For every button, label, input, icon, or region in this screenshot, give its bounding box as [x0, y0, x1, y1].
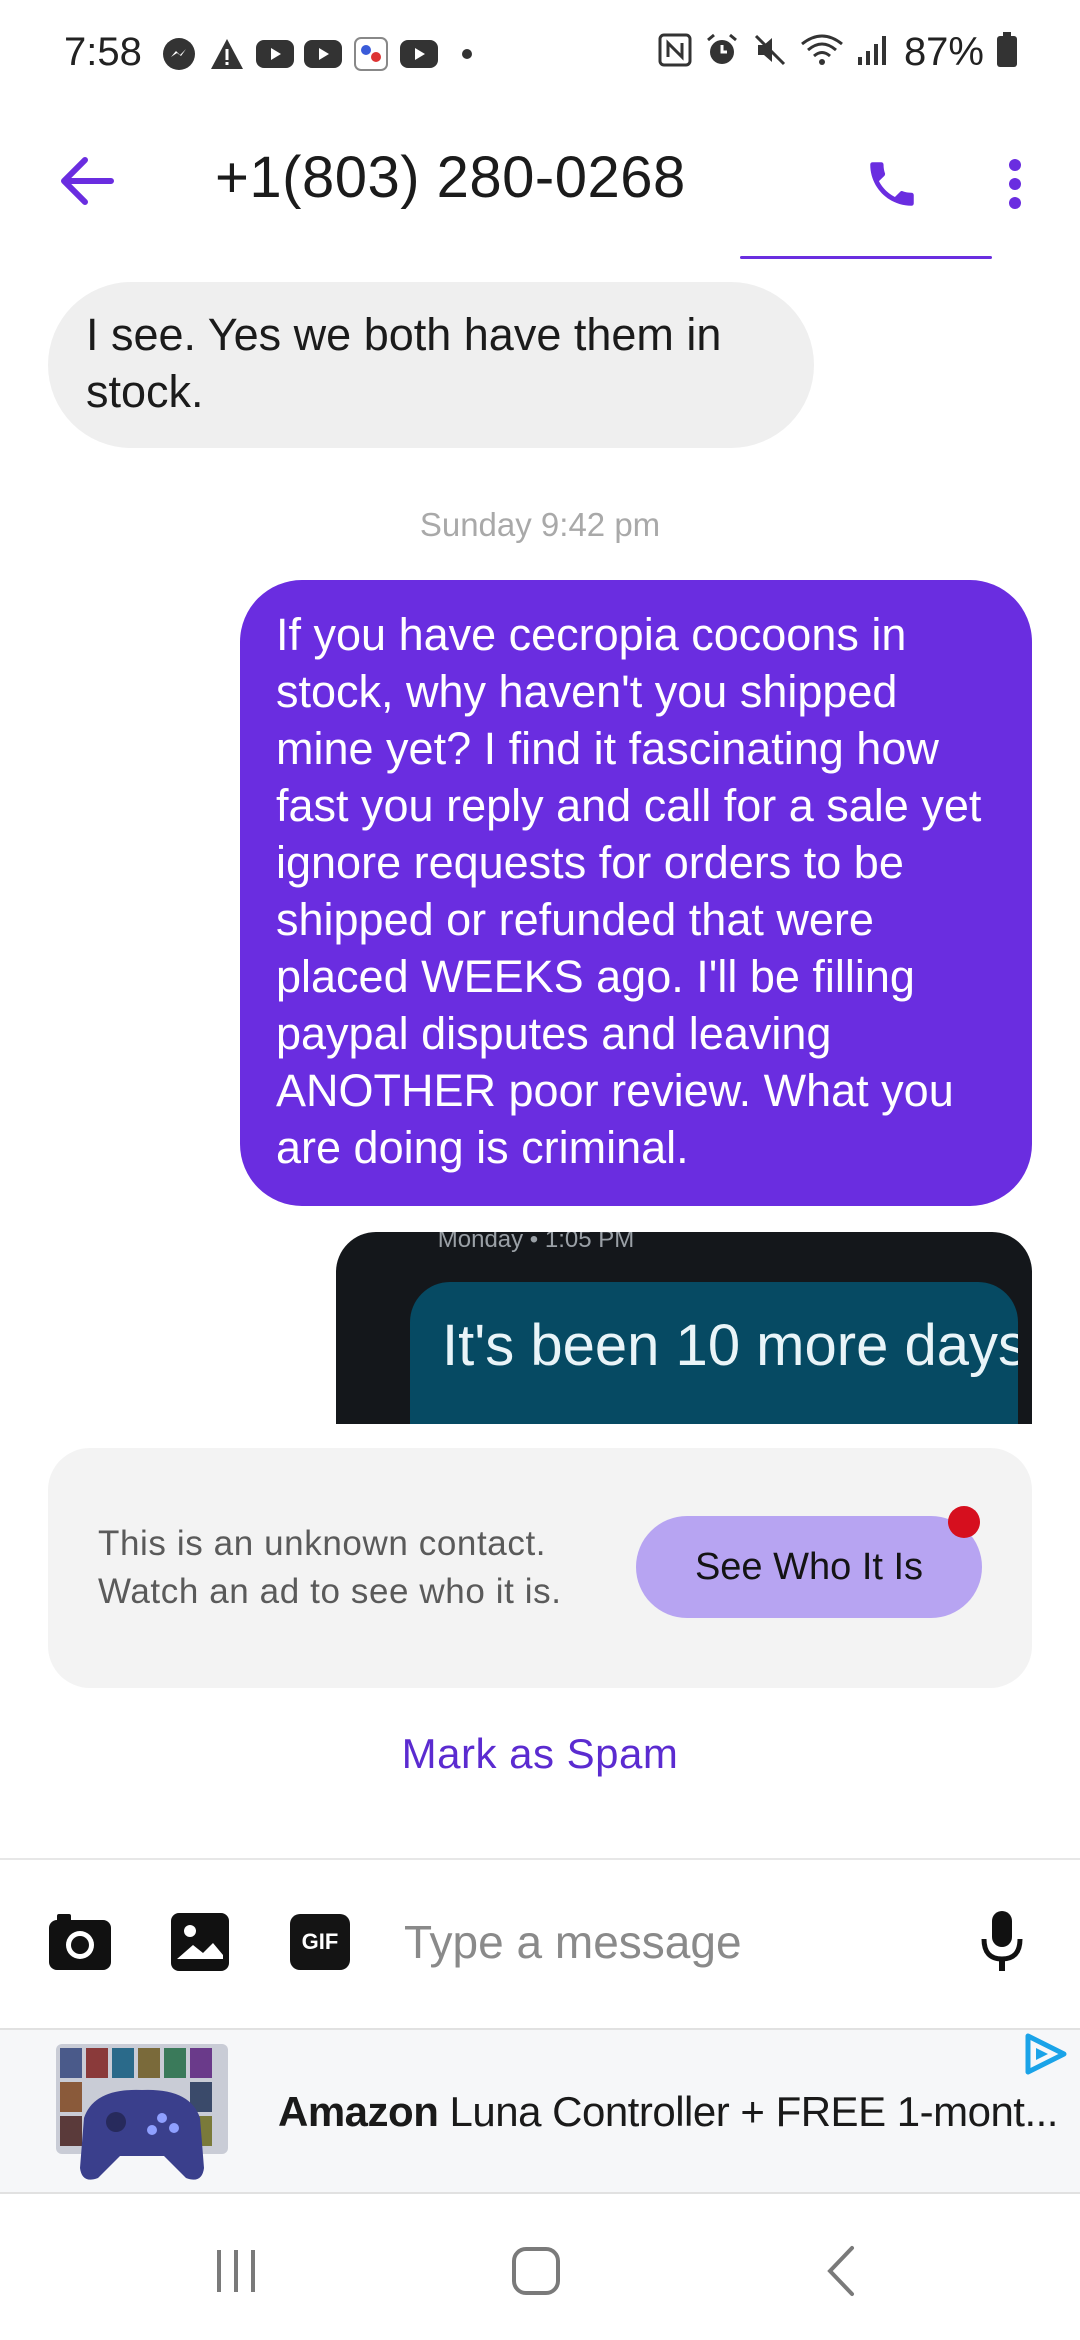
see-who-it-is-button[interactable]: See Who It Is — [636, 1516, 982, 1618]
mark-as-spam-button[interactable]: Mark as Spam — [0, 1730, 1080, 1778]
previous-bubble-edge — [740, 256, 992, 259]
youtube-icon — [400, 36, 438, 72]
signal-icon — [856, 33, 892, 72]
wifi-icon — [800, 32, 844, 73]
battery-percent: 87% — [903, 30, 984, 74]
alarm-icon — [704, 32, 740, 73]
gif-button[interactable]: GIF — [290, 1914, 350, 1970]
nfc-icon — [658, 33, 692, 72]
image-attachment[interactable]: Monday • 1:05 PM It's been 10 more days … — [336, 1232, 1032, 1424]
voice-input-button[interactable] — [968, 1908, 1036, 1976]
recent-apps-icon — [217, 2250, 255, 2292]
messenger-icon — [160, 36, 198, 72]
ad-banner[interactable]: Amazon Luna Controller + FREE 1-mont... — [0, 2028, 1080, 2194]
more-options-button[interactable] — [990, 144, 1040, 224]
warning-icon — [208, 36, 246, 72]
message-composer: GIF — [0, 1860, 1080, 2028]
message-list[interactable]: I see. Yes we both have them in stock. S… — [0, 252, 1080, 1424]
status-system-icons: 87% — [658, 30, 1018, 75]
camera-button[interactable] — [46, 1908, 114, 1976]
call-button[interactable] — [852, 144, 932, 224]
notification-dot — [948, 1506, 980, 1538]
status-bar: 7:58 87% — [0, 0, 1080, 112]
back-button[interactable] — [52, 146, 122, 216]
ad-description: Luna Controller + FREE 1-mont... — [449, 2088, 1059, 2135]
photo-app-icon — [352, 36, 390, 72]
message-timestamp: Sunday 9:42 pm — [419, 506, 661, 543]
image-message-text: It's been 10 more days since our last — [410, 1282, 1018, 1424]
gallery-button[interactable] — [166, 1908, 234, 1976]
message-input[interactable] — [404, 1910, 924, 1974]
back-chevron-icon — [827, 2246, 854, 2296]
battery-icon — [996, 32, 1018, 73]
unknown-contact-line2: Watch an ad to see who it is. — [98, 1572, 562, 1611]
image-gallery-icon — [171, 1913, 229, 1971]
mute-icon — [752, 32, 788, 73]
ad-brand: Amazon — [278, 2088, 439, 2135]
image-caption: Monday • 1:05 PM — [437, 1232, 635, 1253]
unknown-contact-card: This is an unknown contact. Watch an ad … — [48, 1448, 1032, 1688]
back-nav-button[interactable] — [800, 2236, 880, 2306]
incoming-message-bubble[interactable]: I see. Yes we both have them in stock. — [48, 282, 814, 448]
phone-icon — [870, 162, 914, 206]
youtube-icon — [304, 36, 342, 72]
ad-product-image — [54, 2038, 230, 2188]
back-arrow-icon — [61, 157, 114, 205]
dot-icon — [448, 36, 486, 72]
status-time: 7:58 — [64, 30, 142, 74]
youtube-icon — [256, 36, 294, 72]
home-icon — [512, 2247, 560, 2295]
microphone-icon — [981, 1911, 1023, 1971]
unknown-contact-line1: This is an unknown contact. — [98, 1524, 547, 1563]
home-button[interactable] — [496, 2236, 576, 2306]
contact-phone-number: +1(803) 280-0268 — [215, 145, 686, 210]
ad-headline: Amazon Luna Controller + FREE 1-mont... — [278, 2088, 1058, 2136]
outgoing-message-bubble[interactable]: If you have cecropia cocoons in stock, w… — [240, 580, 1032, 1206]
system-navigation-bar — [0, 2196, 1080, 2340]
camera-icon — [49, 1914, 111, 1970]
unknown-contact-text: This is an unknown contact. Watch an ad … — [98, 1520, 562, 1616]
more-vert-icon — [1009, 159, 1021, 209]
recent-apps-button[interactable] — [196, 2236, 276, 2306]
conversation-header: +1(803) 280-0268 — [0, 112, 1080, 262]
adchoices-icon[interactable] — [1016, 2030, 1072, 2080]
status-notification-icons — [160, 36, 486, 72]
